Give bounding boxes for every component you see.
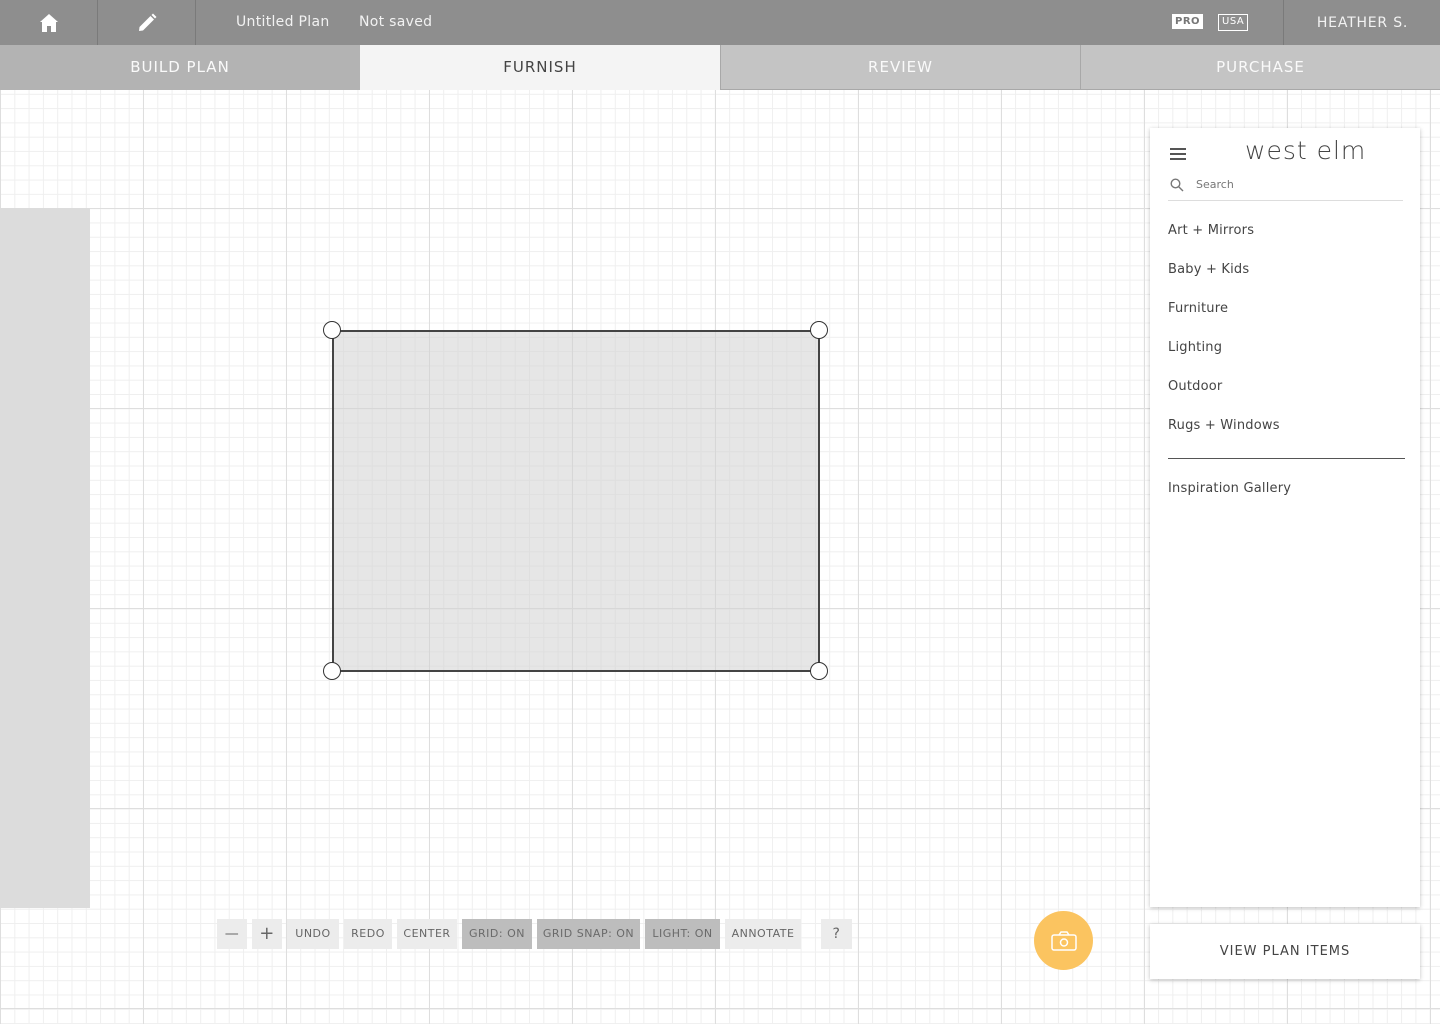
center-button[interactable]: CENTER (397, 919, 457, 949)
user-menu[interactable]: HEATHER S. (1283, 0, 1440, 45)
search-bar (1168, 174, 1403, 201)
tab-furnish[interactable]: FURNISH (360, 45, 720, 90)
room-shape[interactable] (332, 330, 820, 672)
snapshot-button[interactable] (1034, 911, 1093, 970)
edit-button[interactable] (98, 0, 196, 45)
category-rugs-windows[interactable]: Rugs + Windows (1168, 418, 1280, 433)
search-input[interactable] (1194, 177, 1398, 192)
annotate-button[interactable]: ANNOTATE (725, 919, 801, 949)
top-bar: Untitled Plan Not saved PRO USA HEATHER … (0, 0, 1440, 45)
step-tabs: BUILD PLAN FURNISH REVIEW PURCHASE (0, 45, 1440, 90)
category-furniture[interactable]: Furniture (1168, 301, 1228, 316)
category-outdoor[interactable]: Outdoor (1168, 379, 1222, 394)
left-panel (0, 208, 90, 908)
camera-icon (1050, 930, 1077, 951)
grid-toggle[interactable]: GRID: ON (462, 919, 532, 949)
tab-build-plan[interactable]: BUILD PLAN (0, 45, 360, 90)
tab-purchase[interactable]: PURCHASE (1080, 45, 1440, 90)
pencil-icon (138, 13, 156, 31)
zoom-out-button[interactable]: — (217, 919, 247, 949)
category-lighting[interactable]: Lighting (1168, 340, 1222, 355)
corner-handle-top-right[interactable] (810, 321, 828, 339)
sidebar-divider (1168, 458, 1405, 459)
zoom-in-button[interactable]: + (252, 919, 282, 949)
home-button[interactable] (0, 0, 98, 45)
tab-review[interactable]: REVIEW (720, 45, 1080, 90)
region-badge[interactable]: USA (1218, 14, 1249, 31)
view-plan-items-button[interactable]: VIEW PLAN ITEMS (1150, 924, 1420, 979)
category-art-mirrors[interactable]: Art + Mirrors (1168, 223, 1254, 238)
plan-name[interactable]: Untitled Plan (236, 0, 330, 45)
catalog-sidebar: west elm Art + Mirrors Baby + Kids Furni… (1150, 128, 1420, 907)
grid-snap-toggle[interactable]: GRID SNAP: ON (537, 919, 640, 949)
save-status: Not saved (359, 14, 433, 30)
pro-badge: PRO (1172, 14, 1204, 29)
corner-handle-bottom-right[interactable] (810, 662, 828, 680)
category-baby-kids[interactable]: Baby + Kids (1168, 262, 1249, 277)
search-icon (1170, 178, 1184, 192)
menu-icon[interactable] (1170, 148, 1186, 160)
help-button[interactable]: ? (821, 919, 852, 949)
undo-button[interactable]: UNDO (287, 919, 339, 949)
home-icon (39, 13, 58, 32)
corner-handle-bottom-left[interactable] (323, 662, 341, 680)
light-toggle[interactable]: LIGHT: ON (645, 919, 720, 949)
inspiration-gallery-link[interactable]: Inspiration Gallery (1168, 481, 1291, 496)
redo-button[interactable]: REDO (344, 919, 392, 949)
brand-logo: west elm (1245, 136, 1367, 165)
corner-handle-top-left[interactable] (323, 321, 341, 339)
